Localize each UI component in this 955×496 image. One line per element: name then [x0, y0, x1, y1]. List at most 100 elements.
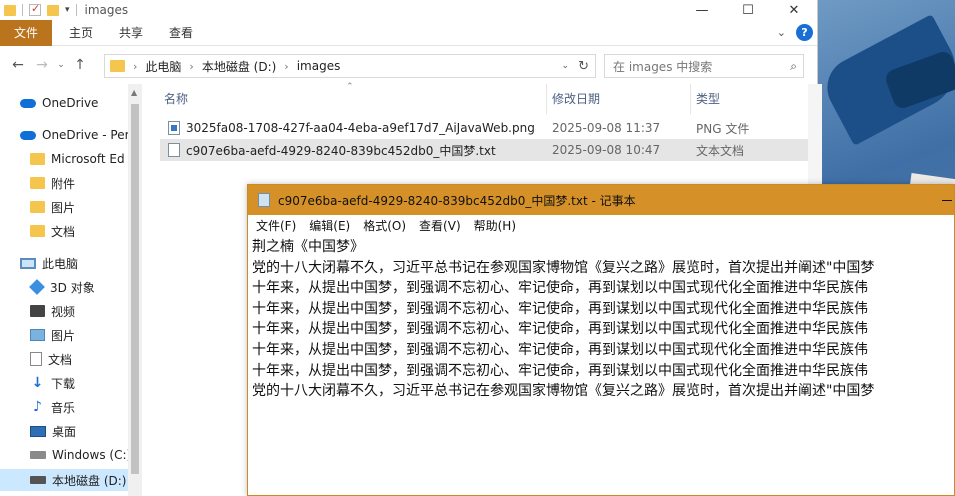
file-type: PNG 文件	[696, 121, 750, 136]
address-bar[interactable]: › 此电脑 › 本地磁盘 (D:) › images ⌄ ↻	[104, 54, 596, 78]
music-icon: ♪	[33, 399, 42, 415]
notepad-title: c907e6ba-aefd-4929-8240-839bc452db0_中国梦.…	[278, 193, 636, 208]
column-divider[interactable]	[546, 84, 547, 114]
help-icon[interactable]: ?	[796, 24, 813, 41]
divider	[75, 4, 77, 16]
sidebar-item-microsoft-edge[interactable]: Microsoft Ed	[30, 148, 125, 170]
sidebar-item-label: 3D 对象	[50, 280, 95, 295]
scroll-up-icon[interactable]: ▲	[131, 88, 137, 97]
chevron-down-icon[interactable]: ⌄	[561, 61, 569, 71]
title-bar: ▾ images — ☐ ✕	[0, 0, 817, 20]
address-bar-row: ← → ⌄ ↑ › 此电脑 › 本地磁盘 (D:) › images ⌄ ↻ 在…	[0, 46, 817, 84]
breadcrumb-images[interactable]: images	[297, 59, 341, 73]
sidebar-item-label: OneDrive - Per	[42, 128, 130, 142]
text-line: 十年来，从提出中国梦，到强调不忘初心、牢记使命，再到谋划以中国式现代化全面推进中…	[252, 341, 868, 358]
desktop-icon	[30, 425, 46, 437]
column-header-date[interactable]: 修改日期	[552, 84, 600, 114]
sidebar-scrollbar[interactable]: ▲	[128, 84, 142, 496]
column-header-name[interactable]: 名称	[164, 84, 188, 114]
file-name: c907e6ba-aefd-4929-8240-839bc452db0_中国梦.…	[186, 143, 496, 158]
sidebar-item-windows-c[interactable]: Windows (C:)	[30, 444, 131, 466]
text-file-icon	[168, 143, 180, 157]
divider	[22, 4, 23, 16]
expand-ribbon-icon[interactable]: ⌄	[777, 26, 786, 39]
document-icon	[30, 352, 42, 366]
sidebar-item-label: 本地磁盘 (D:)	[52, 473, 127, 488]
sidebar-item-onedrive[interactable]: OneDrive	[20, 92, 98, 114]
maximize-button[interactable]: ☐	[725, 0, 771, 20]
minimize-button[interactable]	[942, 200, 952, 201]
menu-format[interactable]: 格式(O)	[363, 217, 406, 234]
drive-icon	[30, 476, 46, 484]
sidebar-item-pictures[interactable]: 图片	[30, 324, 75, 346]
chevron-right-icon[interactable]: ›	[284, 60, 288, 73]
notepad-text-area[interactable]: 荆之楠《中国梦》 党的十八大闭幕不久，习近平总书记在参观国家博物馆《复兴之路》展…	[248, 235, 952, 402]
text-line: 党的十八大闭幕不久，习近平总书记在参观国家博物馆《复兴之路》展览时，首次提出并阐…	[252, 259, 875, 276]
menu-help[interactable]: 帮助(H)	[474, 217, 516, 234]
folder-icon	[30, 225, 45, 237]
menu-view[interactable]: 查看(V)	[419, 217, 461, 234]
folder-icon[interactable]	[4, 4, 16, 16]
table-row[interactable]: 3025fa08-1708-427f-aa04-4eba-a9ef17d7_Ai…	[160, 117, 810, 139]
window-title: images	[84, 3, 129, 17]
breadcrumb-this-pc[interactable]: 此电脑	[145, 58, 181, 75]
refresh-icon[interactable]: ↻	[578, 59, 589, 74]
video-icon	[30, 305, 45, 317]
column-divider[interactable]	[690, 84, 691, 114]
sidebar-item-documents-onedrive[interactable]: 文档	[30, 220, 75, 242]
search-input[interactable]: 在 images 中搜索 ⌕	[604, 54, 804, 78]
sidebar-item-label: OneDrive	[42, 96, 99, 110]
back-button[interactable]: ←	[8, 57, 28, 73]
text-line: 十年来，从提出中国梦，到强调不忘初心、牢记使命，再到谋划以中国式现代化全面推进中…	[252, 280, 868, 297]
sidebar-item-this-pc[interactable]: 此电脑	[20, 252, 78, 274]
up-button[interactable]: ↑	[70, 57, 90, 73]
recent-locations-button[interactable]: ⌄	[56, 60, 66, 70]
chevron-right-icon[interactable]: ›	[133, 60, 137, 73]
notepad-icon	[258, 193, 270, 207]
sidebar-item-pictures-onedrive[interactable]: 图片	[30, 196, 75, 218]
tab-file[interactable]: 文件	[0, 19, 52, 46]
table-row[interactable]: c907e6ba-aefd-4929-8240-839bc452db0_中国梦.…	[160, 139, 810, 161]
sidebar-item-label: 文档	[48, 352, 73, 367]
text-line: 十年来，从提出中国梦，到强调不忘初心、牢记使命，再到谋划以中国式现代化全面推进中…	[252, 321, 868, 338]
menu-edit[interactable]: 编辑(E)	[309, 217, 350, 234]
minimize-button[interactable]: —	[679, 0, 725, 20]
download-icon: ↓	[31, 375, 44, 391]
sidebar-item-3d-objects[interactable]: 3D 对象	[29, 276, 95, 298]
sidebar-item-music[interactable]: ♪ 音乐	[30, 396, 75, 418]
sidebar-item-videos[interactable]: 视频	[30, 300, 75, 322]
properties-icon[interactable]	[29, 2, 41, 16]
close-button[interactable]: ✕	[771, 0, 817, 20]
new-folder-icon[interactable]	[47, 4, 59, 16]
folder-icon	[30, 177, 45, 189]
sidebar-item-label: Windows (C:)	[52, 448, 132, 462]
sidebar-item-onedrive-personal[interactable]: OneDrive - Per	[20, 124, 130, 146]
sidebar-item-label: 图片	[51, 328, 76, 343]
tab-share[interactable]: 共享	[106, 20, 156, 46]
sidebar-item-label: 附件	[51, 176, 76, 191]
sidebar-item-label: 下载	[51, 376, 76, 391]
breadcrumb: › 此电脑 › 本地磁盘 (D:) › images	[133, 58, 340, 75]
drive-icon	[30, 451, 46, 459]
search-icon: ⌕	[790, 59, 797, 73]
tab-home[interactable]: 主页	[56, 20, 106, 46]
column-header-type[interactable]: 类型	[696, 84, 720, 114]
text-line: 荆之楠《中国梦》	[252, 239, 364, 255]
sidebar-item-local-disk-d[interactable]: 本地磁盘 (D:)	[0, 469, 128, 491]
sort-ascending-icon: ⌃	[346, 82, 354, 92]
sidebar-item-documents[interactable]: 文档	[30, 348, 72, 370]
tab-view[interactable]: 查看	[156, 20, 206, 46]
menu-file[interactable]: 文件(F)	[256, 217, 296, 234]
chevron-down-icon[interactable]: ▾	[65, 5, 70, 15]
folder-icon	[30, 153, 45, 165]
chevron-right-icon[interactable]: ›	[189, 60, 193, 73]
sidebar-item-label: 视频	[51, 304, 76, 319]
folder-icon	[30, 201, 45, 213]
forward-button[interactable]: →	[32, 57, 52, 73]
scrollbar-thumb[interactable]	[131, 104, 139, 474]
sidebar-item-downloads[interactable]: ↓ 下载	[30, 372, 75, 394]
breadcrumb-local-disk[interactable]: 本地磁盘 (D:)	[202, 58, 276, 75]
sidebar-item-attachments[interactable]: 附件	[30, 172, 75, 194]
navigation-buttons: ← → ⌄ ↑	[0, 57, 90, 73]
sidebar-item-desktop[interactable]: 桌面	[30, 420, 76, 442]
